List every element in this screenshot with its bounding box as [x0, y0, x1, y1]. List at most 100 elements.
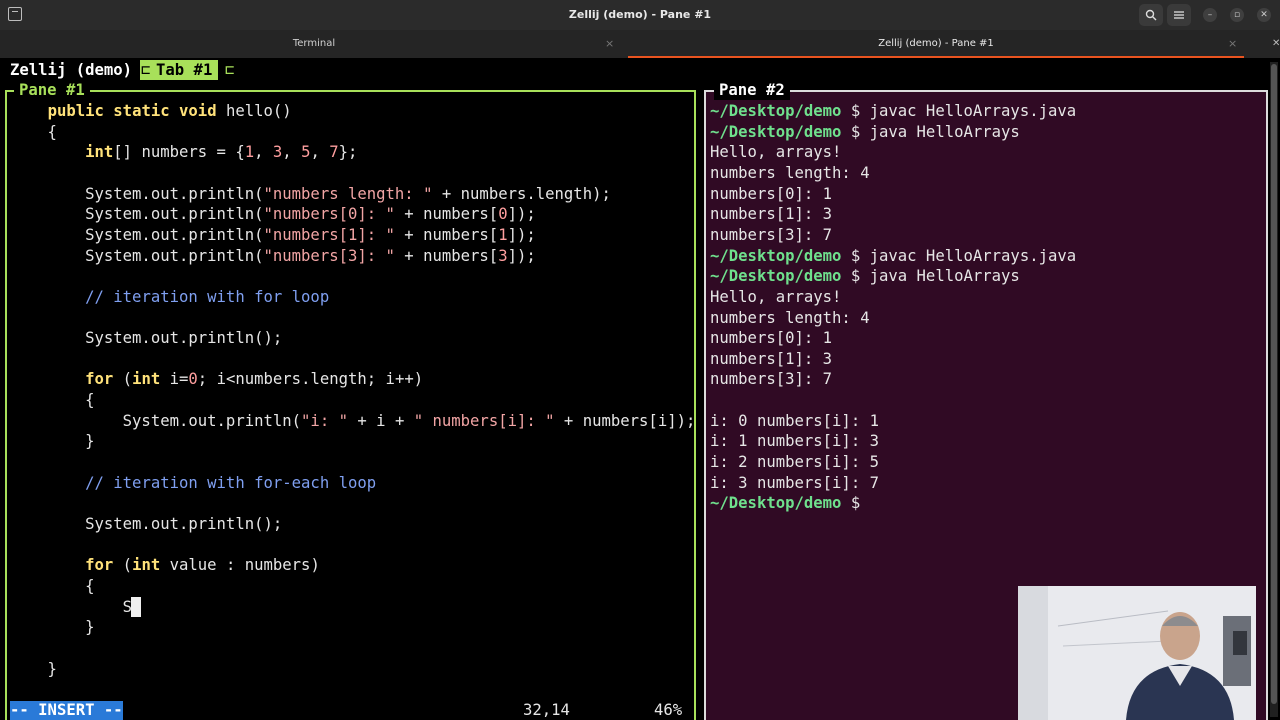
code-token: "numbers length: " [263, 184, 433, 203]
code-token: 3 [498, 246, 508, 265]
code-token: for [85, 556, 114, 575]
code-token: static [113, 102, 170, 120]
code-token: + numbers[ [394, 205, 499, 224]
pane2-line: numbers[3]: 7 [710, 369, 832, 389]
code-token: $ javac HelloArrays.java [841, 102, 1077, 120]
code-token: i: 3 numbers[i]: 7 [710, 473, 879, 492]
code-token: + i + [348, 411, 414, 430]
zellij-tab-1[interactable]: Tab #1 [151, 60, 219, 80]
pane1-line: { [10, 390, 95, 410]
pane1-line: { [10, 576, 94, 596]
code-token: int [132, 370, 161, 389]
pane2-line: ~/Desktop/demo $ javac HelloArrays.java [710, 101, 1076, 121]
code-token: ]); [507, 205, 536, 224]
close-button[interactable]: ✕ [1257, 8, 1271, 22]
code-token: ; i<numbers.length; i++) [197, 370, 424, 389]
code-token: // iteration with for-each loop [85, 473, 377, 492]
pane1-line: // iteration with for loop [10, 287, 329, 307]
code-token: numbers[1]: 3 [710, 205, 833, 224]
maximize-button[interactable]: ▫ [1230, 8, 1244, 22]
presenter-webcam-overlay [1018, 586, 1256, 720]
code-token: [] numbers = { [113, 143, 245, 162]
code-token: hello() [216, 102, 292, 120]
pane1-line: } [10, 431, 95, 451]
hamburger-menu-icon [1174, 11, 1184, 19]
code-token: } [10, 432, 95, 451]
pane2-line: i: 3 numbers[i]: 7 [710, 473, 879, 493]
file-percent: 46% [654, 701, 683, 719]
pane-2-title: Pane #2 [714, 80, 790, 100]
pane2-line: Hello, arrays! [710, 142, 841, 162]
code-token: "i: " [301, 411, 348, 430]
code-token: i= [160, 370, 189, 389]
vim-mode-indicator: -- INSERT -- [10, 701, 123, 720]
code-token: System.out.println(); [10, 515, 283, 533]
code-token: int [132, 556, 161, 575]
code-token: 3 [272, 143, 283, 162]
code-token: } [10, 618, 95, 637]
code-token: ~/Desktop/demo [710, 267, 842, 286]
search-button[interactable] [1139, 4, 1163, 26]
code-token: ~/Desktop/demo [710, 102, 842, 120]
tab-separator-right-icon: ⊏ [225, 61, 235, 79]
code-token: numbers length: 4 [710, 308, 870, 327]
tab-zellij-close-icon[interactable]: × [1228, 37, 1237, 50]
pane2-line: numbers[0]: 1 [710, 184, 832, 204]
code-token: System.out.println( [10, 225, 264, 244]
code-token: S [10, 597, 133, 616]
pane-1-title: Pane #1 [14, 80, 90, 100]
pane2-line: Hello, arrays! [710, 287, 841, 307]
pane1-line: int[] numbers = {1, 3, 5, 7}; [10, 142, 357, 162]
code-token: + numbers[i]); [554, 411, 696, 430]
pane1-line: for (int value : numbers) [10, 555, 320, 575]
code-token: i: 1 numbers[i]: 3 [710, 432, 879, 451]
pane2-line: numbers[0]: 1 [710, 328, 832, 348]
code-token: } [10, 659, 57, 678]
pane2-line: numbers length: 4 [710, 308, 870, 328]
pane2-line: ~/Desktop/demo $ [710, 493, 860, 513]
pane1-line: { [10, 122, 57, 142]
code-token: 7 [329, 143, 339, 162]
pane1-line: public static void hello() [10, 101, 292, 121]
code-token: numbers[3]: 7 [710, 370, 833, 389]
scrollbar-thumb[interactable] [1271, 64, 1277, 704]
pane1-line: System.out.println("numbers[0]: " + numb… [10, 204, 536, 224]
code-token: "numbers[0]: " [263, 205, 395, 224]
code-token: "numbers[3]: " [263, 246, 395, 265]
code-token: ( [113, 556, 133, 575]
menu-button[interactable] [1167, 4, 1191, 26]
code-token: Hello, arrays! [710, 143, 842, 162]
tab-bar-close-icon[interactable]: ✕ [1272, 38, 1280, 49]
tab-zellij-demo[interactable]: Zellij (demo) - Pane #1 [628, 38, 1244, 49]
code-token: i: 2 numbers[i]: 5 [710, 453, 879, 472]
pane1-line: System.out.println("numbers length: " + … [10, 184, 611, 204]
pane1-line: System.out.println("numbers[1]: " + numb… [10, 225, 536, 245]
code-token: { [10, 391, 95, 410]
code-token: ( [113, 370, 133, 389]
pane1-line: System.out.println(); [10, 328, 282, 348]
pane2-line: i: 1 numbers[i]: 3 [710, 431, 879, 451]
presenter-webcam-image [1018, 586, 1256, 720]
pane2-line: ~/Desktop/demo $ javac HelloArrays.java [710, 246, 1076, 266]
code-token: System.out.println( [10, 246, 264, 265]
pane1-line: System.out.println(); [10, 514, 282, 534]
code-token: + numbers.length); [432, 184, 611, 203]
code-token: , [254, 143, 273, 162]
tab-separator-icon: ⊏ [140, 60, 152, 80]
pane2-line: i: 0 numbers[i]: 1 [710, 411, 879, 431]
code-token: // iteration with for loop [85, 287, 330, 306]
code-token: System.out.println( [10, 411, 302, 430]
tab-terminal[interactable]: Terminal [0, 38, 628, 49]
code-token: 1 [498, 225, 508, 244]
window-title: Zellij (demo) - Pane #1 [568, 8, 712, 21]
tab-terminal-close-icon[interactable]: × [605, 37, 614, 50]
minimize-button[interactable]: – [1203, 8, 1217, 22]
code-token: ]); [507, 246, 536, 265]
pane1-line: S [10, 597, 132, 617]
